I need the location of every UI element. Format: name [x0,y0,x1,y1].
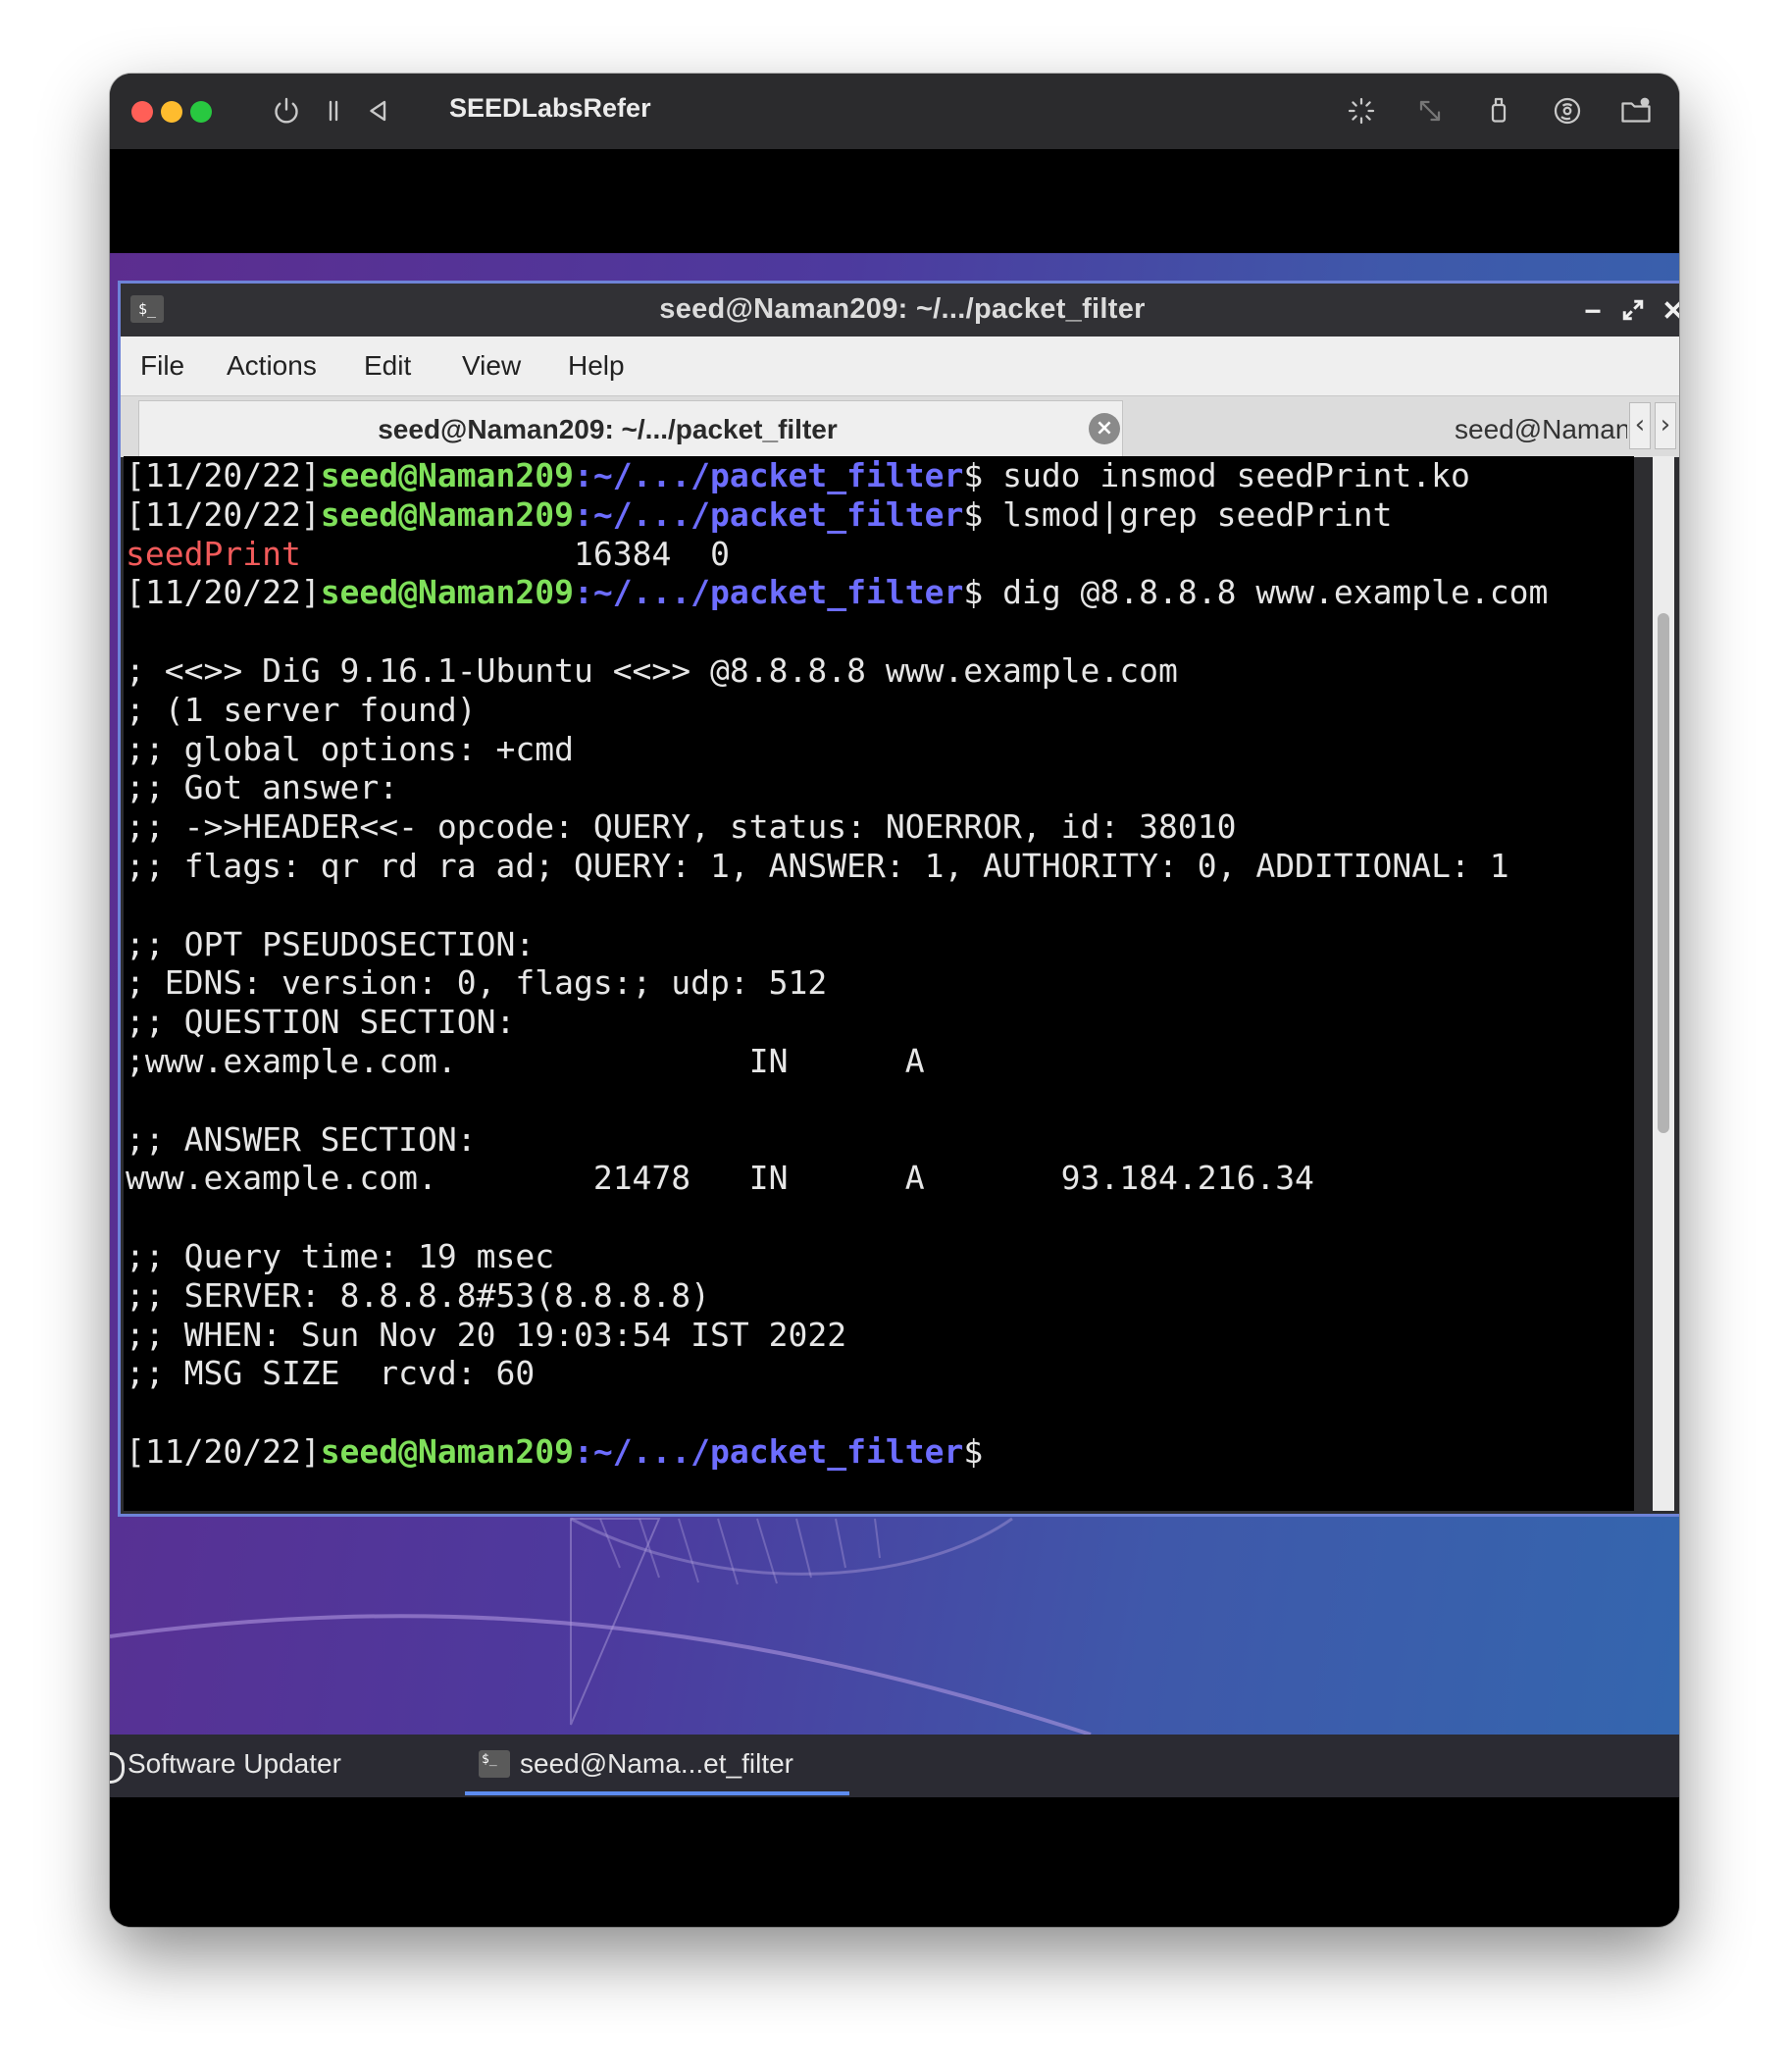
disc-icon[interactable] [1550,93,1585,129]
scrollbar-thumb[interactable] [1658,613,1669,1133]
command-text: sudo insmod seedPrint.ko [1002,456,1470,494]
menu-edit[interactable]: Edit [364,350,411,382]
prompt-path: :~/.../packet_filter [573,573,964,612]
tab-scroll-right-icon[interactable]: › [1655,402,1676,449]
terminal-output[interactable]: [11/20/22]seed@Naman209:~/.../packet_fil… [124,456,1634,1472]
brightness-icon[interactable] [1344,93,1379,129]
terminal-window: $_ seed@Naman209: ~/.../packet_filter Fi… [118,281,1679,1517]
maximize-icon[interactable] [1618,295,1648,325]
updater-icon [110,1752,125,1784]
output-line: ;; WHEN: Sun Nov 20 19:03:54 IST 2022 [126,1315,847,1354]
taskbar-item-software-updater[interactable]: Software Updater [128,1748,341,1780]
output-line: ;; ANSWER SECTION: [126,1119,477,1159]
zoom-window-button[interactable] [190,101,212,123]
minimize-window-button[interactable] [161,101,182,123]
prompt-symbol: $ [963,1431,984,1471]
prompt-user: seed@Naman209 [320,494,574,534]
module-name: seedPrint [126,534,301,573]
vm-window: SEEDLabsRefer $_ seed@Naman209: ~/.../pa… [110,74,1679,1927]
close-icon[interactable] [1659,295,1679,325]
prompt-date: [11/20/22] [126,573,321,612]
tab-label: seed@Naman209: ~/.../packet_filter [378,414,838,444]
command-line: [11/20/22]seed@Naman209:~/.../packet_fil… [126,573,1634,612]
output-line: ;; Query time: 19 msec [126,1236,555,1275]
tab-scroll-left-icon[interactable]: ‹ [1629,402,1651,449]
output-line: ;; flags: qr rd ra ad; QUERY: 1, ANSWER:… [126,846,1509,885]
tab-active[interactable]: seed@Naman209: ~/.../packet_filter × [138,400,1123,457]
command-line: [11/20/22]seed@Naman209:~/.../packet_fil… [126,456,1634,495]
output-line: ;; QUESTION SECTION: [126,1003,516,1042]
prompt-symbol: $ [963,494,984,534]
shared-folder-icon[interactable] [1618,93,1654,129]
resize-icon[interactable] [1412,93,1448,129]
prompt-date: [11/20/22] [126,494,321,534]
tab-label: seed@Naman209: ~/.../packet_filter [1455,414,1627,444]
vm-screen: $_ seed@Naman209: ~/.../packet_filter Fi… [110,149,1679,1927]
output-line: ; EDNS: version: 0, flags:; udp: 512 [126,963,828,1003]
output-line: ; (1 server found) [126,690,477,729]
prompt-path: :~/.../packet_filter [573,494,964,534]
terminal-icon: $_ [479,1750,510,1778]
prompt-date: [11/20/22] [126,456,321,494]
module-size: 16384 [573,534,672,573]
vm-titlebar: SEEDLabsRefer [110,74,1679,150]
prompt-path: :~/.../packet_filter [573,456,964,494]
output-line: ;; MSG SIZE rcvd: 60 [126,1354,536,1393]
output-line: ;www.example.com. IN A [126,1041,925,1080]
output-line: ;; SERVER: 8.8.8.8#53(8.8.8.8) [126,1275,711,1315]
taskbar: Software Updater $_ seed@Nama...et_filte… [110,1735,1679,1797]
minimize-icon[interactable] [1578,295,1608,325]
output-line: www.example.com. 21478 IN A 93.184.216.3… [126,1159,1314,1198]
current-prompt-line: [11/20/22]seed@Naman209:~/.../packet_fil… [126,1432,1634,1472]
menu-file[interactable]: File [140,350,184,382]
close-window-button[interactable] [131,101,153,123]
back-icon[interactable] [361,93,396,129]
lsmod-gap [301,535,574,573]
command-line: [11/20/22]seed@Naman209:~/.../packet_fil… [126,495,1634,535]
active-task-indicator [465,1791,849,1795]
menu-view[interactable]: View [462,350,521,382]
taskbar-item-terminal[interactable]: seed@Nama...et_filter [520,1748,793,1780]
command-text: lsmod|grep seedPrint [1002,494,1393,534]
terminal-scrollbar[interactable] [1653,456,1674,1511]
menu-actions[interactable]: Actions [227,350,317,382]
output-line: ;; global options: +cmd [126,729,574,768]
terminal-title: seed@Naman209: ~/.../packet_filter [659,293,1146,325]
output-line: ; <<>> DiG 9.16.1-Ubuntu <<>> @8.8.8.8 w… [126,650,1178,690]
power-icon[interactable] [269,93,304,129]
tab-bar: seed@Naman209: ~/.../packet_filter × see… [121,395,1679,457]
lsmod-row: seedPrint 16384 0 [126,535,1634,574]
prompt-user: seed@Naman209 [320,1431,574,1471]
lsmod-gap [671,535,710,573]
module-used-count: 0 [710,534,730,573]
desktop-background: $_ seed@Naman209: ~/.../packet_filter Fi… [110,253,1679,1735]
prompt-date: [11/20/22] [126,1431,321,1471]
prompt-symbol: $ [963,573,984,612]
output-line: ;; ->>HEADER<<- opcode: QUERY, status: N… [126,807,1237,847]
prompt-user: seed@Naman209 [320,573,574,612]
tab-close-icon[interactable]: × [1089,413,1120,444]
terminal-output-area[interactable]: [11/20/22]seed@Naman209:~/.../packet_fil… [124,456,1634,1511]
output-line: ;; Got answer: [126,768,399,807]
usb-icon[interactable] [1481,93,1516,129]
prompt-user: seed@Naman209 [320,456,574,494]
menu-help[interactable]: Help [568,350,625,382]
pause-icon[interactable] [316,93,351,129]
prompt-path: :~/.../packet_filter [573,1431,964,1471]
command-text: dig @8.8.8.8 www.example.com [1002,573,1549,612]
menu-bar: File Actions Edit View Help [121,337,1679,395]
terminal-titlebar: $_ seed@Naman209: ~/.../packet_filter [121,284,1679,337]
vm-title: SEEDLabsRefer [449,93,651,123]
tab-inactive[interactable]: seed@Naman209: ~/.../packet_filter [1125,400,1627,457]
prompt-symbol: $ [963,456,984,494]
output-line: ;; OPT PSEUDOSECTION: [126,924,536,963]
